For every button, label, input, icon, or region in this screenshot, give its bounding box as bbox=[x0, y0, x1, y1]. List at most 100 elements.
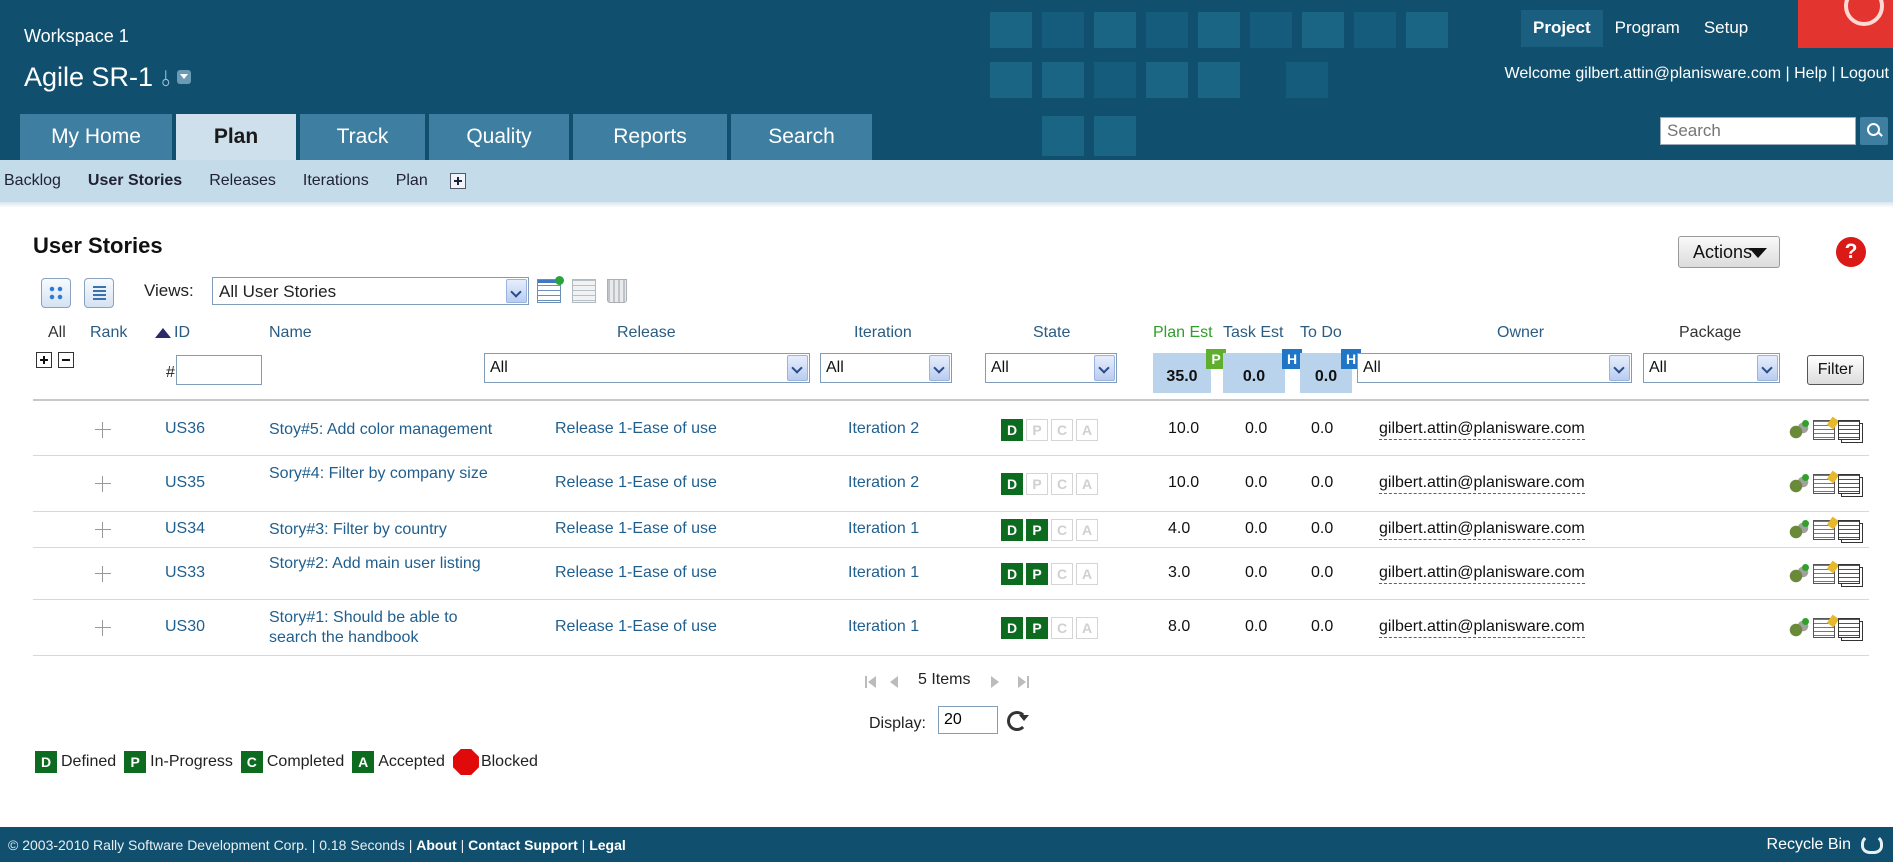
table-row[interactable]: US30 Story#1: Should be able to search th… bbox=[33, 600, 1869, 656]
tab-plan[interactable]: Plan bbox=[176, 114, 296, 160]
story-iteration-link[interactable]: Iteration 2 bbox=[848, 474, 919, 492]
state-badge-a[interactable]: A bbox=[1076, 617, 1098, 639]
add-child-icon[interactable] bbox=[1788, 420, 1810, 440]
tab-search[interactable]: Search bbox=[731, 114, 872, 160]
state-badge-a[interactable]: A bbox=[1076, 519, 1098, 541]
column-name[interactable]: Name bbox=[269, 324, 312, 342]
state-badge-d[interactable]: D bbox=[1001, 419, 1023, 441]
subnav-iterations[interactable]: Iterations bbox=[303, 172, 369, 190]
state-badge-c[interactable]: C bbox=[1051, 473, 1073, 495]
state-badge-a[interactable]: A bbox=[1076, 563, 1098, 585]
state-badge-d[interactable]: D bbox=[1001, 617, 1023, 639]
add-child-icon[interactable] bbox=[1788, 564, 1810, 584]
workspace-name[interactable]: Workspace 1 bbox=[24, 26, 129, 47]
user-email[interactable]: gilbert.attin@planisware.com bbox=[1575, 65, 1781, 82]
contact-support-link[interactable]: Contact Support bbox=[468, 837, 578, 853]
release-filter-select[interactable]: All bbox=[484, 353, 810, 383]
edit-icon[interactable] bbox=[1813, 420, 1835, 440]
edit-column-icon[interactable] bbox=[572, 279, 596, 303]
add-child-icon[interactable] bbox=[1788, 520, 1810, 540]
legal-link[interactable]: Legal bbox=[589, 837, 626, 853]
column-to-do[interactable]: To Do bbox=[1300, 324, 1342, 342]
topnav-setup[interactable]: Setup bbox=[1692, 10, 1760, 47]
help-icon[interactable]: ? bbox=[1836, 237, 1866, 267]
state-badge-a[interactable]: A bbox=[1076, 419, 1098, 441]
state-filter-select[interactable]: All bbox=[985, 353, 1117, 383]
views-select[interactable]: All User Stories bbox=[212, 277, 529, 305]
topnav-program[interactable]: Program bbox=[1603, 10, 1692, 47]
drag-handle-icon[interactable] bbox=[93, 520, 113, 540]
help-link[interactable]: Help bbox=[1794, 65, 1827, 82]
column-iteration[interactable]: Iteration bbox=[854, 324, 912, 342]
tab-reports[interactable]: Reports bbox=[573, 114, 727, 160]
table-row[interactable]: US36 Stoy#5: Add color management Release … bbox=[33, 404, 1869, 456]
recycle-icon[interactable] bbox=[1861, 834, 1883, 854]
copy-icon[interactable] bbox=[1838, 564, 1860, 584]
id-filter-input[interactable] bbox=[176, 355, 262, 385]
story-name-link[interactable]: Story#2: Add main user listing bbox=[269, 554, 499, 574]
refresh-icon[interactable] bbox=[1007, 711, 1029, 731]
story-iteration-link[interactable]: Iteration 1 bbox=[848, 618, 919, 636]
about-link[interactable]: About bbox=[416, 837, 456, 853]
recycle-bin-link[interactable]: Recycle Bin bbox=[1767, 836, 1851, 854]
search-icon[interactable] bbox=[1860, 117, 1888, 145]
add-child-icon[interactable] bbox=[1788, 474, 1810, 494]
column-package[interactable]: Package bbox=[1679, 324, 1741, 342]
column-state[interactable]: State bbox=[1033, 324, 1070, 342]
story-release-link[interactable]: Release 1-Ease of use bbox=[555, 420, 717, 438]
plan-est-value[interactable]: 3.0 bbox=[1168, 564, 1190, 582]
state-badge-d[interactable]: D bbox=[1001, 473, 1023, 495]
copy-icon[interactable] bbox=[1838, 618, 1860, 638]
filter-button[interactable]: Filter bbox=[1807, 355, 1864, 385]
owner-link[interactable]: gilbert.attin@planisware.com bbox=[1379, 564, 1585, 584]
state-badge-p[interactable]: P bbox=[1026, 617, 1048, 639]
collapse-all-icon[interactable] bbox=[58, 352, 74, 368]
previous-page-icon[interactable] bbox=[885, 673, 901, 689]
project-title[interactable]: Agile SR-1 ⫰ bbox=[24, 62, 191, 93]
state-badge-c[interactable]: C bbox=[1051, 519, 1073, 541]
sort-ascending-icon[interactable] bbox=[155, 328, 171, 338]
drag-handle-icon[interactable] bbox=[93, 618, 113, 638]
drag-handle-icon[interactable] bbox=[93, 474, 113, 494]
column-release[interactable]: Release bbox=[617, 324, 676, 342]
story-release-link[interactable]: Release 1-Ease of use bbox=[555, 474, 717, 492]
add-child-icon[interactable] bbox=[1788, 618, 1810, 638]
copy-icon[interactable] bbox=[1838, 474, 1860, 494]
edit-icon[interactable] bbox=[1813, 520, 1835, 540]
subnav-user-stories[interactable]: User Stories bbox=[88, 172, 182, 190]
edit-icon[interactable] bbox=[1813, 618, 1835, 638]
logout-link[interactable]: Logout bbox=[1840, 65, 1889, 82]
last-page-icon[interactable] bbox=[1015, 673, 1031, 689]
owner-link[interactable]: gilbert.attin@planisware.com bbox=[1379, 474, 1585, 494]
plan-est-value[interactable]: 10.0 bbox=[1168, 474, 1199, 492]
copy-icon[interactable] bbox=[1838, 420, 1860, 440]
subnav-backlog[interactable]: Backlog bbox=[4, 172, 61, 190]
iteration-filter-select[interactable]: All bbox=[820, 353, 952, 383]
story-iteration-link[interactable]: Iteration 1 bbox=[848, 564, 919, 582]
column-rank[interactable]: Rank bbox=[90, 324, 127, 342]
table-row[interactable]: US33 Story#2: Add main user listing Releas… bbox=[33, 548, 1869, 600]
state-badge-c[interactable]: C bbox=[1051, 419, 1073, 441]
story-id-link[interactable]: US35 bbox=[165, 474, 205, 492]
tab-track[interactable]: Track bbox=[300, 114, 425, 160]
state-badge-p[interactable]: P bbox=[1026, 563, 1048, 585]
add-page-icon[interactable] bbox=[449, 173, 466, 189]
search-input[interactable] bbox=[1660, 117, 1856, 145]
column-plan-est[interactable]: Plan Est bbox=[1153, 324, 1213, 342]
first-page-icon[interactable] bbox=[863, 673, 879, 689]
column-id[interactable]: ID bbox=[174, 324, 190, 342]
subnav-plan[interactable]: Plan bbox=[396, 172, 428, 190]
copy-icon[interactable] bbox=[1838, 520, 1860, 540]
plan-est-value[interactable]: 4.0 bbox=[1168, 520, 1190, 538]
plan-est-value[interactable]: 8.0 bbox=[1168, 618, 1190, 636]
story-iteration-link[interactable]: Iteration 2 bbox=[848, 420, 919, 438]
edit-icon[interactable] bbox=[1813, 474, 1835, 494]
state-badge-c[interactable]: C bbox=[1051, 617, 1073, 639]
column-owner[interactable]: Owner bbox=[1497, 324, 1544, 342]
plan-est-value[interactable]: 10.0 bbox=[1168, 420, 1199, 438]
drag-handle-icon[interactable] bbox=[93, 564, 113, 584]
topnav-project[interactable]: Project bbox=[1521, 10, 1603, 47]
list-view-icon[interactable] bbox=[84, 278, 114, 308]
add-column-icon[interactable] bbox=[537, 276, 564, 303]
board-view-icon[interactable] bbox=[41, 278, 71, 308]
